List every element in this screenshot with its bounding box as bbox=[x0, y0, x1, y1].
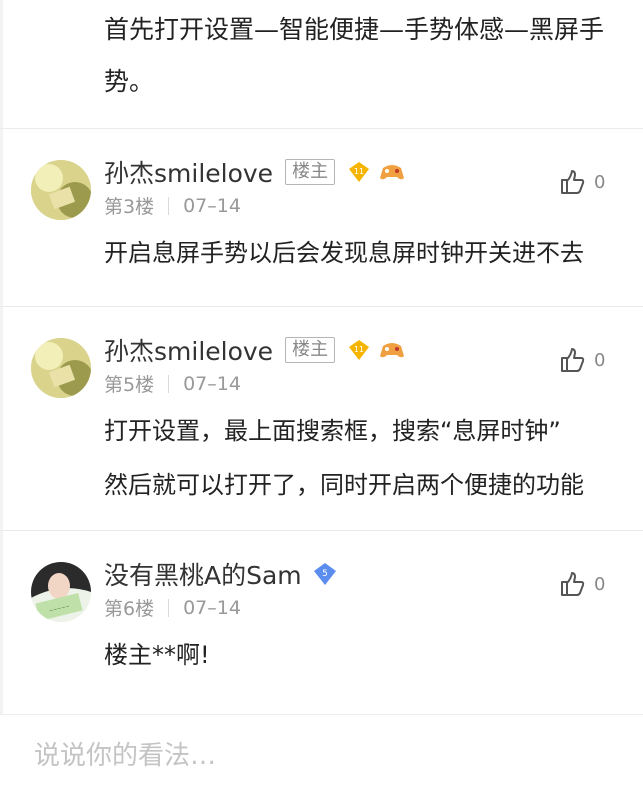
comment-item: 孙杰smilelove 楼主 11 第5楼 07–14 0 打开设置，最上面搜索… bbox=[0, 306, 643, 530]
avatar[interactable] bbox=[31, 160, 91, 220]
reply-bar bbox=[0, 714, 643, 800]
thumbs-up-icon bbox=[561, 348, 585, 372]
avatar[interactable]: ~~~~~ bbox=[31, 562, 91, 622]
meta-separator bbox=[168, 374, 170, 393]
like-count: 0 bbox=[594, 349, 606, 371]
username[interactable]: 孙杰smilelove bbox=[104, 332, 273, 368]
op-badge: 楼主 bbox=[285, 159, 336, 185]
post-text-line: 首先打开设置—智能便捷—手势体感—黑屏手 bbox=[104, 15, 605, 44]
comment-line: 打开设置，最上面搜索框，搜索“息屏时钟” bbox=[104, 417, 561, 445]
thumbs-up-icon bbox=[561, 170, 585, 194]
comment-item: 孙杰smilelove 楼主 11 第3楼 07–14 0 开启息屏手势以后会发… bbox=[0, 128, 643, 306]
comment-line: 然后就可以打开了，同时开启两个便捷的功能 bbox=[104, 471, 584, 499]
like-count: 0 bbox=[594, 171, 606, 193]
level-number: 11 bbox=[354, 167, 364, 176]
comment-text: 楼主**啊! bbox=[104, 628, 643, 682]
floor-number: 第5楼 bbox=[104, 374, 155, 396]
meta-row: 第5楼 07–14 bbox=[104, 370, 241, 397]
floor-number: 第3楼 bbox=[104, 196, 155, 218]
user-row: 孙杰smilelove 楼主 11 bbox=[104, 154, 405, 190]
avatar[interactable] bbox=[31, 338, 91, 398]
meta-separator bbox=[168, 598, 170, 617]
thumbs-up-icon bbox=[561, 572, 585, 596]
meta-separator bbox=[168, 196, 170, 215]
post-date: 07–14 bbox=[183, 194, 241, 217]
verify-level-number: 5 bbox=[322, 569, 328, 579]
comment-item: ~~~~~ 没有黑桃A的Sam 5 第6楼 07–14 0 楼主**啊! bbox=[0, 530, 643, 714]
op-badge: 楼主 bbox=[285, 337, 336, 363]
post-date: 07–14 bbox=[183, 596, 241, 619]
post-text: 首先打开设置—智能便捷—手势体感—黑屏手 势。 bbox=[104, 0, 643, 108]
post-text-line: 势。 bbox=[104, 67, 155, 96]
user-row: 孙杰smilelove 楼主 11 bbox=[104, 332, 405, 368]
floor-number: 第6楼 bbox=[104, 598, 155, 620]
level-diamond-icon: 11 bbox=[349, 340, 370, 360]
verified-diamond-icon: 5 bbox=[313, 563, 336, 585]
post-body: 首先打开设置—智能便捷—手势体感—黑屏手 势。 bbox=[104, 0, 643, 108]
user-row: 没有黑桃A的Sam 5 bbox=[104, 556, 338, 592]
like-button[interactable]: 0 bbox=[556, 166, 605, 198]
comment-text: 开启息屏手势以后会发现息屏时钟开关进不去 bbox=[104, 226, 643, 280]
gamepad-icon bbox=[380, 165, 405, 180]
level-diamond-icon: 11 bbox=[349, 162, 370, 182]
comment-text: 打开设置，最上面搜索框，搜索“息屏时钟” 然后就可以打开了，同时开启两个便捷的功… bbox=[104, 404, 643, 512]
username[interactable]: 孙杰smilelove bbox=[104, 154, 273, 190]
meta-row: 第3楼 07–14 bbox=[104, 192, 241, 219]
like-button[interactable]: 0 bbox=[556, 344, 605, 376]
gamepad-icon bbox=[380, 343, 405, 358]
meta-row: 第6楼 07–14 bbox=[104, 594, 241, 621]
post-date: 07–14 bbox=[183, 372, 241, 395]
like-button[interactable]: 0 bbox=[556, 568, 605, 600]
level-number: 11 bbox=[354, 345, 364, 354]
reply-input[interactable] bbox=[34, 734, 594, 778]
comment-line: 楼主**啊! bbox=[104, 641, 210, 669]
like-count: 0 bbox=[594, 573, 606, 595]
thread-page: 首先打开设置—智能便捷—手势体感—黑屏手 势。 孙杰smilelove 楼主 1… bbox=[0, 0, 643, 800]
username[interactable]: 没有黑桃A的Sam bbox=[104, 556, 302, 592]
reply-bar-divider bbox=[0, 714, 643, 715]
comment-line: 开启息屏手势以后会发现息屏时钟开关进不去 bbox=[104, 239, 584, 267]
